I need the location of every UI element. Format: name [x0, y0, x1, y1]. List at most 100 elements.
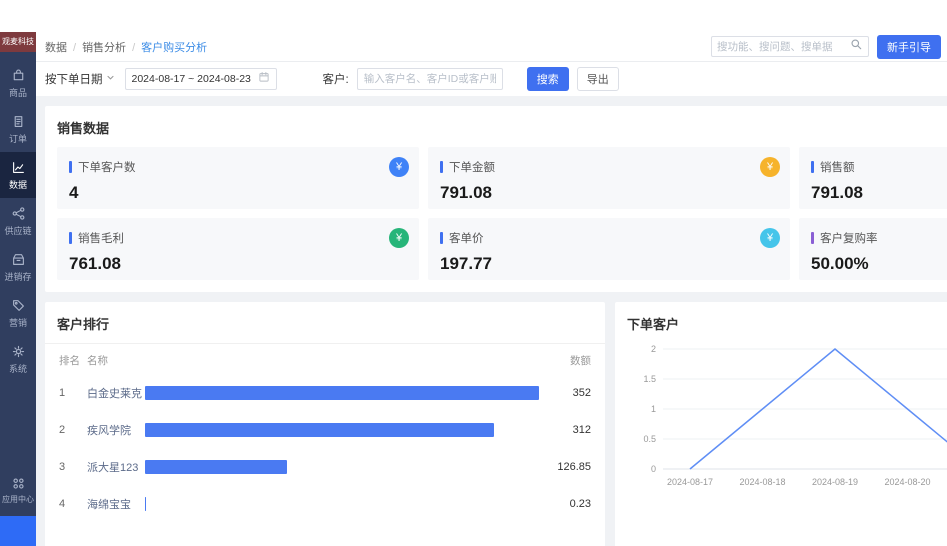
- rank-cell: 1: [59, 387, 87, 399]
- sidebar-item-goods[interactable]: 商品: [0, 60, 36, 106]
- customer-name: 白金史莱克: [87, 385, 145, 401]
- chevron-down-icon: [106, 73, 115, 85]
- sidebar-item-label: 商品: [9, 86, 27, 99]
- sidebar-item-system[interactable]: 系统: [0, 336, 36, 382]
- export-button[interactable]: 导出: [577, 67, 619, 91]
- amount-cell: 0.23: [539, 498, 591, 510]
- sales-data-card: 销售数据 下单客户数 ¥ 4: [45, 106, 947, 292]
- stat-tile-avg-price: 客单价 ¥ 197.77: [428, 218, 790, 280]
- customer-name: 海绵宝宝: [87, 496, 145, 512]
- date-range-input[interactable]: [125, 68, 277, 90]
- sidebar-item-label: 营销: [9, 316, 27, 329]
- sidebar-nav: 商品 订单 数据: [0, 60, 36, 382]
- breadcrumb-item-current: 客户购买分析: [141, 39, 207, 55]
- sidebar-item-data[interactable]: 数据: [0, 152, 36, 198]
- page: 观麦科技 商品 订单: [0, 0, 947, 546]
- sidebar-bottom-banner[interactable]: [0, 516, 36, 546]
- date-type-label: 按下单日期: [45, 71, 103, 87]
- stat-value: 50.00%: [811, 254, 947, 274]
- main-area: 数据 销售分析 客户购买分析 新手引导 按下单日期: [36, 32, 947, 546]
- stat-grid: 下单客户数 ¥ 4 下单金额 ¥ 791.08: [57, 147, 947, 280]
- stat-label: 客户复购率: [820, 230, 878, 246]
- warehouse-box-icon: [11, 252, 26, 267]
- ranking-bar: [145, 386, 539, 400]
- column-header-name: 名称: [87, 353, 145, 368]
- stat-value: 791.08: [440, 183, 780, 203]
- sidebar-item-app-center[interactable]: 应用中心: [0, 468, 36, 512]
- stat-label: 客单价: [449, 230, 484, 246]
- sidebar-item-label: 应用中心: [2, 494, 34, 505]
- sidebar-item-label: 数据: [9, 178, 27, 191]
- stat-tile-repurchase-rate: 客户复购率 50.00%: [799, 218, 947, 280]
- svg-text:2024-08-18: 2024-08-18: [739, 477, 785, 487]
- topbar: 数据 销售分析 客户购买分析 新手引导: [36, 32, 947, 62]
- stat-accent-bar: [69, 161, 72, 173]
- order-customers-card: 下单客户 00.511.522024-08-172024-08-182024-0…: [615, 302, 947, 546]
- customer-name: 派大星123: [87, 459, 145, 475]
- sales-data-title: 销售数据: [57, 118, 947, 137]
- coin-circle-icon: ¥: [760, 157, 780, 177]
- sidebar-item-label: 供应链: [4, 224, 31, 237]
- svg-text:0: 0: [651, 464, 656, 474]
- stat-accent-bar: [440, 232, 443, 244]
- rank-cell: 2: [59, 424, 87, 436]
- orders-line-chart: 00.511.522024-08-172024-08-182024-08-192…: [627, 343, 947, 503]
- stat-label: 下单客户数: [78, 159, 136, 175]
- stat-accent-bar: [69, 232, 72, 244]
- search-icon[interactable]: [850, 38, 863, 56]
- amount-cell: 352: [539, 387, 591, 399]
- yuan-circle-icon: ¥: [389, 157, 409, 177]
- calendar-icon: [258, 70, 270, 88]
- content: 销售数据 下单客户数 ¥ 4: [36, 96, 947, 546]
- sidebar-item-label: 订单: [9, 132, 27, 145]
- customer-search-input[interactable]: [364, 73, 496, 85]
- filter-bar: 按下单日期 客户: 搜索 导出: [36, 62, 947, 96]
- global-search-input[interactable]: [717, 41, 850, 53]
- share-nodes-icon: [11, 206, 26, 221]
- brand-logo: 观麦科技: [0, 32, 36, 52]
- customer-ranking-title: 客户排行: [45, 314, 605, 344]
- price-tag-icon: [11, 298, 26, 313]
- stat-accent-bar: [440, 161, 443, 173]
- stat-tile-order-amount: 下单金额 ¥ 791.08: [428, 147, 790, 209]
- customer-search-field: [357, 68, 503, 90]
- stat-value: 791.08: [811, 183, 947, 203]
- stat-accent-bar: [811, 232, 814, 244]
- sidebar-item-inventory[interactable]: 进销存: [0, 244, 36, 290]
- sidebar-item-orders[interactable]: 订单: [0, 106, 36, 152]
- search-button[interactable]: 搜索: [527, 67, 569, 91]
- table-row: 2 疾风学院 312: [45, 411, 605, 448]
- rank-cell: 4: [59, 498, 87, 510]
- customer-name: 疾风学院: [87, 422, 145, 438]
- table-row: 4 海绵宝宝 0.23: [45, 485, 605, 522]
- breadcrumb-item[interactable]: 数据: [45, 39, 82, 55]
- bottom-row: 客户排行 排名 名称 数额 1 白金史莱克 352: [45, 302, 947, 546]
- apps-grid-icon: [11, 476, 26, 491]
- sidebar-item-marketing[interactable]: 营销: [0, 290, 36, 336]
- breadcrumb-item[interactable]: 销售分析: [82, 39, 141, 55]
- ranking-bar: [145, 423, 494, 437]
- amount-cell: 312: [539, 424, 591, 436]
- stat-value: 197.77: [440, 254, 780, 274]
- sidebar-item-supply-chain[interactable]: 供应链: [0, 198, 36, 244]
- amount-cell: 126.85: [539, 461, 591, 473]
- column-header-rank: 排名: [59, 353, 87, 368]
- stat-value: 4: [69, 183, 409, 203]
- beginner-guide-button[interactable]: 新手引导: [877, 35, 941, 59]
- customer-ranking-card: 客户排行 排名 名称 数额 1 白金史莱克 352: [45, 302, 605, 546]
- date-range-value[interactable]: [132, 73, 254, 85]
- stat-tile-sales-amount: 销售额 791.08: [799, 147, 947, 209]
- stat-accent-bar: [811, 161, 814, 173]
- svg-text:2024-08-19: 2024-08-19: [812, 477, 858, 487]
- sidebar: 观麦科技 商品 订单: [0, 32, 36, 546]
- order-icon: [11, 114, 26, 129]
- svg-text:2024-08-17: 2024-08-17: [667, 477, 713, 487]
- svg-text:2024-08-20: 2024-08-20: [884, 477, 930, 487]
- customer-filter-label: 客户:: [323, 71, 349, 87]
- goods-icon: [11, 68, 26, 83]
- stat-tile-order-customers: 下单客户数 ¥ 4: [57, 147, 419, 209]
- app-window: 观麦科技 商品 订单: [0, 32, 947, 546]
- column-header-amount: 数额: [539, 353, 591, 368]
- profit-circle-icon: ¥: [389, 228, 409, 248]
- date-type-dropdown[interactable]: 按下单日期: [45, 71, 115, 87]
